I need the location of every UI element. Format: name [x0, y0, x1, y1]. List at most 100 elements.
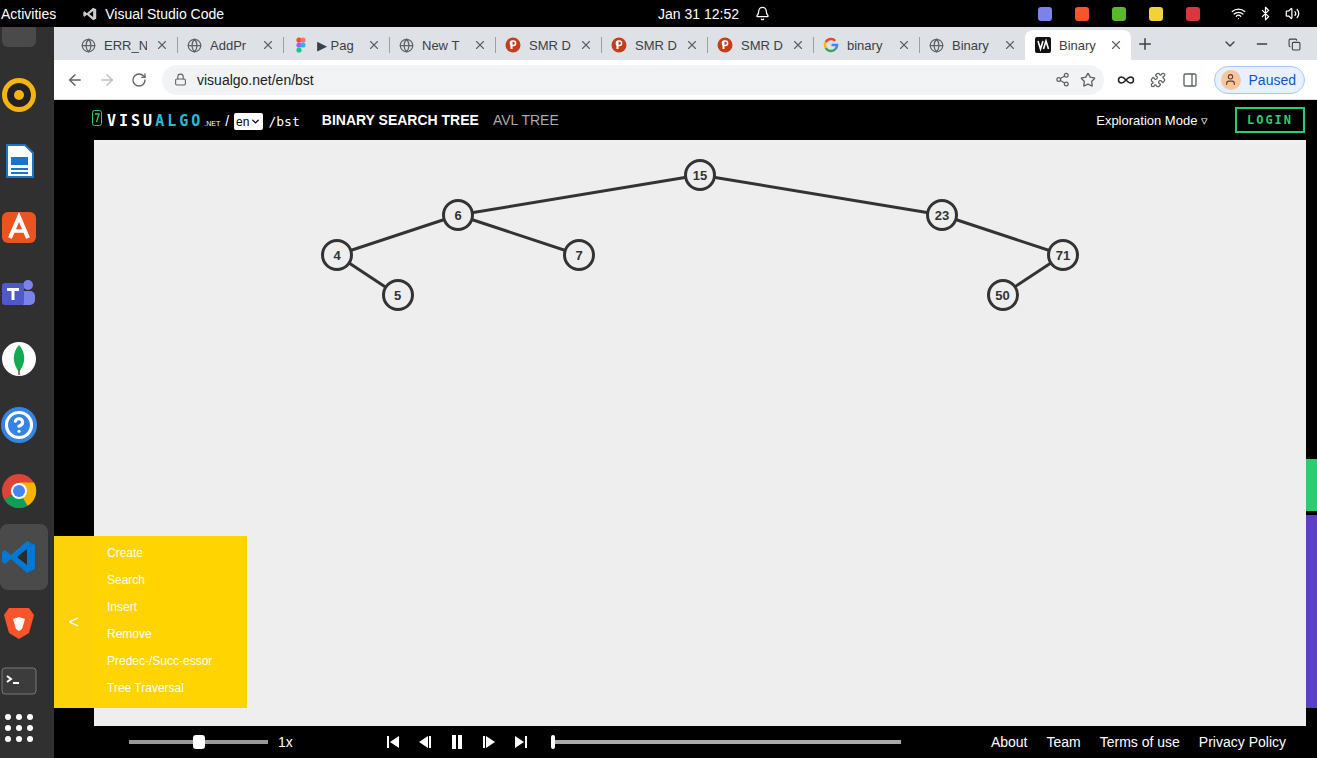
menu-item[interactable]: Search [107, 567, 247, 594]
close-icon[interactable] [685, 38, 699, 52]
app-menu[interactable]: Visual Studio Code [83, 6, 224, 22]
browser-tab[interactable]: ERR_N [71, 30, 177, 60]
back-button[interactable] [61, 66, 89, 94]
tree-node[interactable]: 23 [926, 199, 958, 231]
dock-item[interactable] [0, 194, 48, 260]
clock[interactable]: Jan 31 12:52 [658, 6, 770, 22]
menu-item[interactable]: Remove [107, 621, 247, 648]
check-tray-icon[interactable] [1112, 7, 1126, 21]
playback-button[interactable] [377, 730, 409, 754]
profile-button[interactable]: Paused [1214, 66, 1305, 94]
playback-button[interactable] [505, 730, 537, 754]
dock-item[interactable] [0, 128, 48, 194]
close-icon[interactable] [579, 38, 593, 52]
close-icon[interactable] [155, 38, 169, 52]
close-icon[interactable] [1003, 38, 1017, 52]
dock-item[interactable] [0, 62, 48, 128]
star-icon[interactable] [1080, 72, 1096, 88]
share-icon[interactable] [1055, 72, 1070, 87]
browser-tab[interactable]: SMR D [495, 30, 601, 60]
footer-link[interactable]: Terms of use [1100, 734, 1180, 750]
tree-node[interactable]: 50 [987, 279, 1019, 311]
site-logo[interactable]: VISUALGO.NET/en/bst [92, 110, 300, 131]
language-select[interactable]: en [234, 113, 263, 130]
browser-tab[interactable]: binary [813, 30, 919, 60]
new-tab-button[interactable] [1131, 30, 1159, 58]
dock-item[interactable] [0, 326, 48, 392]
record-tray-icon[interactable] [1186, 7, 1200, 21]
tree-node[interactable]: 4 [321, 239, 353, 271]
browser-tab[interactable]: Binary [1025, 30, 1131, 60]
reload-button[interactable] [125, 66, 153, 94]
close-icon[interactable] [473, 38, 487, 52]
menu-item[interactable]: Predec-/Succ-essor [107, 648, 247, 675]
vscode-icon[interactable] [1, 539, 37, 575]
teams-tray-icon[interactable] [1038, 7, 1052, 21]
minimize-button[interactable] [1248, 30, 1276, 58]
close-icon[interactable] [791, 38, 805, 52]
brave-icon[interactable] [1, 605, 37, 641]
browser-tab[interactable]: Binary [919, 30, 1025, 60]
dock-item[interactable] [0, 458, 48, 524]
dock-item[interactable] [0, 704, 48, 752]
menu-item[interactable]: Tree Traversal [107, 675, 247, 702]
forward-button[interactable] [93, 66, 121, 94]
mongodb-icon[interactable] [1, 341, 37, 377]
menu-item[interactable]: Insert [107, 594, 247, 621]
tree-node[interactable]: 7 [563, 239, 595, 271]
tree-node[interactable]: 71 [1047, 239, 1079, 271]
dock-item[interactable] [0, 260, 48, 326]
playback-button[interactable] [409, 730, 441, 754]
browser-tab[interactable]: New T [389, 30, 495, 60]
status-menu[interactable] [1231, 6, 1300, 21]
writer-icon[interactable] [1, 143, 37, 179]
brave-tray-icon[interactable] [1075, 7, 1089, 21]
footer-link[interactable]: Privacy Policy [1199, 734, 1286, 750]
tree-node[interactable]: 6 [442, 199, 474, 231]
tree-node[interactable]: 5 [382, 279, 414, 311]
browser-tab[interactable]: AddPr [177, 30, 283, 60]
tab-search-button[interactable] [1216, 30, 1244, 58]
address-bar[interactable]: visualgo.net/en/bst [162, 65, 1104, 95]
terminal-icon[interactable] [1, 662, 37, 698]
dock-item[interactable] [0, 590, 48, 656]
tree-node[interactable]: 15 [684, 159, 716, 191]
site-nav-item[interactable]: BINARY SEARCH TREE [322, 112, 479, 128]
extension-button[interactable] [1112, 66, 1140, 94]
rhythmbox-icon[interactable] [1, 77, 37, 113]
browser-tab[interactable]: SMR D [601, 30, 707, 60]
restore-button[interactable] [1280, 30, 1308, 58]
dock-item[interactable] [0, 524, 48, 590]
menu-toggle[interactable]: < [54, 536, 94, 708]
playback-button[interactable] [473, 730, 505, 754]
side-panel-button[interactable] [1176, 66, 1204, 94]
dock-item[interactable] [0, 392, 48, 458]
mode-selector[interactable]: Exploration Mode ▿ [1096, 113, 1208, 128]
side-tab-green[interactable] [1306, 459, 1317, 511]
chrome-icon[interactable] [1, 473, 37, 509]
dock-cut-icon[interactable] [2, 27, 36, 47]
teams-icon[interactable] [1, 275, 37, 311]
extensions-button[interactable] [1144, 66, 1172, 94]
dock-item[interactable] [0, 656, 48, 704]
footer-link[interactable]: About [991, 734, 1028, 750]
notes-tray-icon[interactable] [1149, 7, 1163, 21]
app-grid-icon[interactable] [1, 710, 37, 746]
activities-button[interactable]: Activities [1, 6, 56, 22]
browser-tab[interactable]: ▶ Pag [283, 30, 389, 60]
browser-tab[interactable]: SMR D [707, 30, 813, 60]
speed-slider[interactable] [129, 740, 268, 744]
playback-button[interactable] [441, 730, 473, 754]
help-icon[interactable] [1, 407, 37, 443]
close-icon[interactable] [1109, 38, 1123, 52]
close-icon[interactable] [897, 38, 911, 52]
close-icon[interactable] [367, 38, 381, 52]
close-icon[interactable] [261, 38, 275, 52]
progress-thumb[interactable] [551, 735, 555, 749]
login-button[interactable]: LOGIN [1235, 107, 1305, 133]
speed-thumb[interactable] [193, 735, 205, 749]
side-tab-purple[interactable] [1306, 515, 1317, 708]
app-center-icon[interactable] [1, 209, 37, 245]
site-nav-item[interactable]: AVL TREE [493, 112, 559, 128]
progress-bar[interactable] [551, 740, 901, 744]
